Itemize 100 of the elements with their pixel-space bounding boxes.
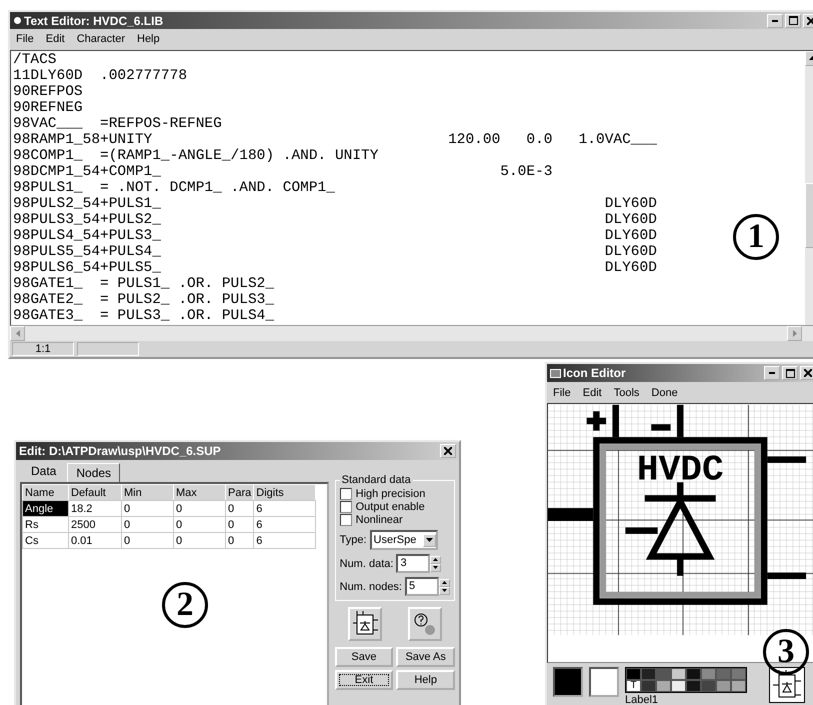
- horizontal-scrollbar[interactable]: [10, 326, 813, 341]
- dialog-button[interactable]: Help: [396, 670, 455, 690]
- code-line: 98GATE3_ = PULS3_ .OR. PULS4_: [13, 308, 274, 324]
- window-title: Edit: D:\ATPDraw\usp\HVDC_6.SUP: [19, 444, 222, 458]
- transparent-marker[interactable]: T: [626, 680, 641, 692]
- foreground-color-swatch[interactable]: [553, 667, 583, 697]
- callout-number: 2: [162, 582, 208, 628]
- close-button[interactable]: [800, 366, 813, 380]
- table-cell[interactable]: 0.01: [68, 532, 122, 548]
- checkbox-label: Output enable: [356, 501, 425, 513]
- table-cell[interactable]: Angle: [22, 500, 68, 516]
- icon-edit-button[interactable]: [348, 607, 382, 641]
- help-icon-button[interactable]: [408, 607, 442, 641]
- spin-up-button[interactable]: [430, 556, 442, 564]
- text-area[interactable]: [10, 50, 813, 326]
- close-icon: [804, 369, 812, 377]
- column-header[interactable]: Default: [68, 484, 122, 500]
- code-line: 98DCMP1_54+COMP1_ 5.0E-3: [13, 164, 552, 180]
- minimize-icon: [772, 20, 778, 22]
- maximize-button[interactable]: [785, 14, 801, 28]
- minimize-button[interactable]: [767, 14, 783, 28]
- app-icon: [550, 368, 561, 378]
- table-cell[interactable]: 0: [122, 532, 174, 548]
- number-field[interactable]: 5: [405, 577, 439, 596]
- group-title: Standard data: [340, 474, 412, 486]
- dialog-button[interactable]: Exit: [334, 670, 394, 690]
- code-line: 98PULS6_54+PULS5_ DLY60D: [13, 260, 657, 276]
- up-arrow-icon: [442, 581, 447, 584]
- table-cell[interactable]: 2500: [68, 516, 122, 532]
- pixel-grid[interactable]: HVDC: [548, 404, 813, 636]
- tab[interactable]: Data: [20, 460, 68, 482]
- type-label: Type:: [340, 534, 367, 546]
- spinner-label: Num. data:: [340, 558, 394, 570]
- code-line: 98VAC___ =REFPOS-REFNEG: [13, 116, 222, 132]
- table-cell[interactable]: 6: [254, 500, 316, 516]
- scroll-left-icon: [16, 330, 20, 337]
- dialog-button[interactable]: Save: [334, 647, 394, 667]
- maximize-button[interactable]: [782, 366, 798, 380]
- menu-item[interactable]: Tools: [614, 386, 640, 398]
- down-arrow-icon: [433, 566, 438, 569]
- dialog-button[interactable]: Save As: [396, 647, 455, 667]
- spin-up-button[interactable]: [439, 578, 450, 586]
- callout-number: 3: [763, 629, 809, 675]
- background-color-swatch[interactable]: [589, 667, 619, 697]
- table-cell[interactable]: 0: [226, 532, 254, 548]
- status-panel: [77, 342, 139, 356]
- table-cell[interactable]: 0: [174, 532, 226, 548]
- code-line: 90REFNEG: [13, 100, 83, 116]
- table-cell[interactable]: 6: [254, 532, 316, 548]
- menu-item[interactable]: File: [553, 386, 571, 398]
- checkbox-label: Nonlinear: [356, 514, 403, 526]
- table-cell[interactable]: 0: [226, 516, 254, 532]
- cursor-position: 1:1: [12, 342, 74, 356]
- dropdown-arrow-icon: [426, 538, 433, 542]
- color-palette[interactable]: T: [625, 667, 747, 693]
- code-line: 98GATE1_ = PULS1_ .OR. PULS2_: [13, 276, 274, 292]
- type-dropdown[interactable]: UserSpe: [370, 530, 438, 550]
- close-icon: [444, 447, 452, 455]
- menu-item[interactable]: File: [16, 33, 34, 46]
- code-line: 98PULS4_54+PULS3_ DLY60D: [13, 228, 657, 244]
- code-line: 98PULS2_54+PULS1_ DLY60D: [13, 196, 657, 212]
- menu-item[interactable]: Character: [76, 33, 125, 46]
- table-cell[interactable]: Rs: [22, 516, 68, 532]
- checkbox[interactable]: [340, 514, 352, 526]
- column-header[interactable]: Digits: [254, 484, 316, 500]
- menu-item[interactable]: Edit: [46, 33, 65, 46]
- table-cell[interactable]: Cs: [22, 532, 68, 548]
- callout-number: 1: [733, 214, 779, 260]
- checkbox[interactable]: [340, 501, 352, 513]
- table-cell[interactable]: 6: [254, 516, 316, 532]
- menu-item[interactable]: Done: [651, 386, 678, 398]
- table-cell[interactable]: 0: [122, 516, 174, 532]
- scroll-right-icon: [792, 330, 796, 337]
- column-header[interactable]: Para: [226, 484, 254, 500]
- window-title: Text Editor: HVDC_6.LIB: [24, 14, 164, 28]
- code-line: 98PULS3_54+PULS2_ DLY60D: [13, 212, 657, 228]
- minimize-button[interactable]: [764, 366, 780, 380]
- column-header[interactable]: Min: [122, 484, 174, 500]
- table-cell[interactable]: 0: [122, 500, 174, 516]
- checkbox[interactable]: [340, 488, 352, 500]
- column-header[interactable]: Name: [22, 484, 68, 500]
- table-cell[interactable]: 18.2: [68, 500, 122, 516]
- table-cell[interactable]: 0: [174, 500, 226, 516]
- spinner-label: Num. nodes:: [340, 580, 402, 592]
- column-header[interactable]: Max: [174, 484, 226, 500]
- menu-item[interactable]: Edit: [582, 386, 602, 398]
- code-line: 98COMP1_ =(RAMP1_-ANGLE_/180) .AND. UNITY: [13, 148, 378, 164]
- close-button[interactable]: [440, 444, 456, 458]
- maximize-icon: [786, 368, 794, 378]
- code-line: 11DLY60D .002777778: [13, 68, 188, 84]
- menu-item[interactable]: Help: [137, 33, 160, 46]
- table-cell[interactable]: 0: [174, 516, 226, 532]
- number-field[interactable]: 3: [396, 554, 430, 573]
- close-icon: [807, 16, 813, 25]
- code-line: /TACS: [13, 52, 57, 68]
- canvas-text: HVDC: [636, 450, 724, 491]
- app-icon: [13, 16, 22, 26]
- code-line: 98PULS5_54+PULS4_ DLY60D: [13, 244, 657, 260]
- checkbox-label: High precision: [356, 488, 426, 500]
- table-cell[interactable]: 0: [226, 500, 254, 516]
